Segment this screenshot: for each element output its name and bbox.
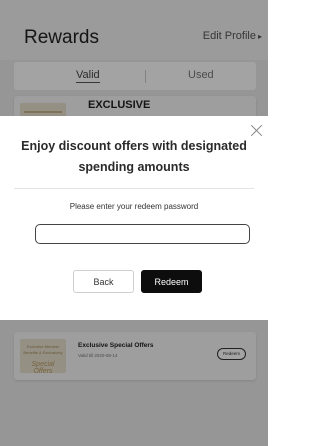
- close-icon[interactable]: [250, 123, 264, 137]
- divider: [14, 188, 254, 189]
- redeem-button[interactable]: Redeem: [141, 270, 202, 293]
- dialog-title-line: Enjoy discount offers with designated: [21, 139, 247, 153]
- back-button[interactable]: Back: [73, 270, 134, 293]
- dialog-title-line: spending amounts: [78, 160, 190, 174]
- redeem-password-input[interactable]: [35, 224, 250, 244]
- password-prompt: Please enter your redeem password: [69, 202, 199, 211]
- redeem-dialog: Enjoy discount offers with designated sp…: [0, 116, 268, 320]
- dialog-title: Enjoy discount offers with designated sp…: [20, 136, 248, 178]
